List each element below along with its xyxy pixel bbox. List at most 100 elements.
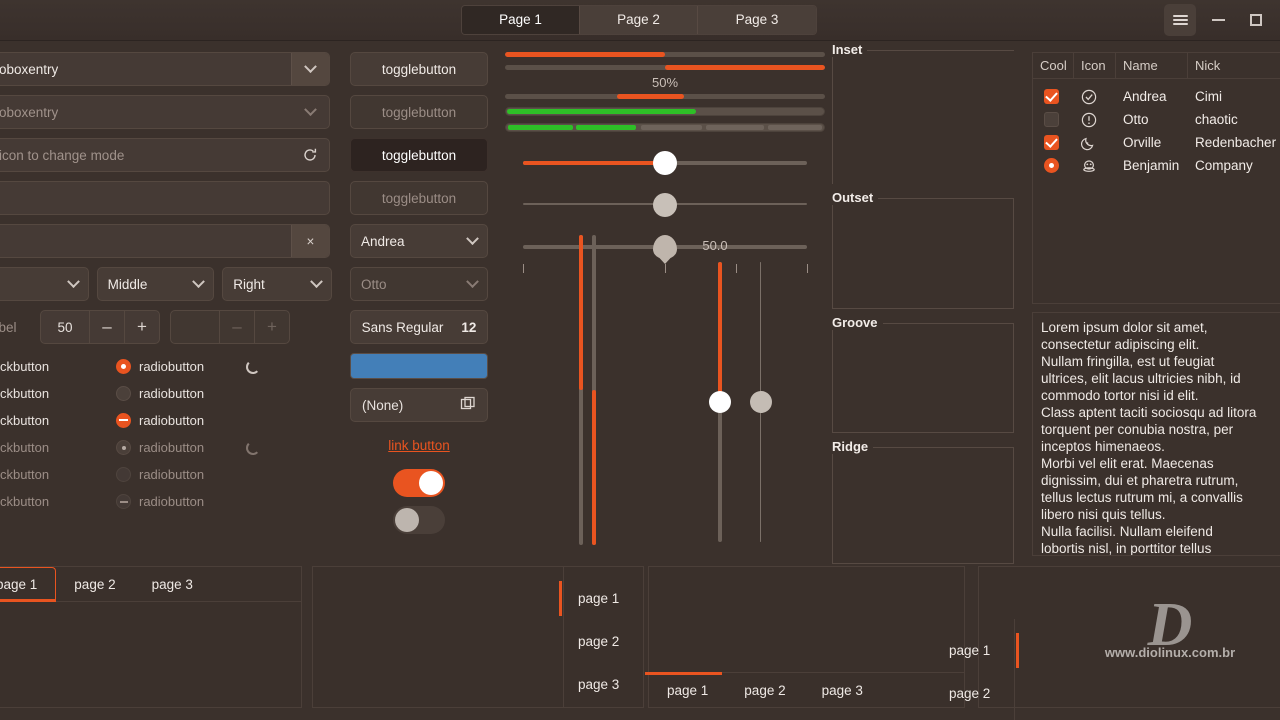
color-button[interactable] <box>350 353 488 379</box>
combo-box-entry-2: comboboxentry <box>0 95 330 129</box>
frame-outset: Outset <box>832 190 1014 309</box>
table-row[interactable]: Benjamin Company <box>1033 154 1280 177</box>
stack-switcher[interactable]: Page 1 Page 2 Page 3 <box>461 5 817 35</box>
header-bar: Page 1 Page 2 Page 3 <box>0 0 1280 41</box>
notebook-2-tab-page-2[interactable]: page 2 <box>564 620 643 663</box>
combo-middle[interactable]: Middle <box>96 267 215 301</box>
checkbutton-3[interactable]: checkbutton <box>0 413 116 428</box>
column-header-cool[interactable]: Cool <box>1033 53 1074 78</box>
spin-value[interactable]: 50 <box>41 311 89 343</box>
check-radio-row-disabled: checkbutton radiobutton <box>0 434 332 461</box>
vscale-3-handle[interactable] <box>709 391 731 413</box>
stack-tab-page-1[interactable]: Page 1 <box>462 6 580 34</box>
toggle-button-column: togglebutton togglebutton togglebutton t… <box>350 52 488 543</box>
warning-circle-icon <box>1074 112 1116 128</box>
vscale-2[interactable] <box>592 235 596 545</box>
column-header-icon[interactable]: Icon <box>1074 53 1116 78</box>
spin-plus-button[interactable]: + <box>124 311 159 343</box>
spin-minus-button[interactable]: – <box>89 311 124 343</box>
window-controls <box>1164 4 1272 36</box>
file-chooser-button[interactable]: (None) <box>350 388 488 422</box>
notebook-3-tab-page-3[interactable]: page 3 <box>804 673 881 707</box>
refresh-icon[interactable] <box>291 139 329 171</box>
cell-nick: Company <box>1195 158 1253 173</box>
switch-off[interactable] <box>393 506 445 534</box>
checkbutton-2[interactable]: checkbutton <box>0 386 116 401</box>
notebook-4-page <box>979 567 1280 707</box>
textview[interactable]: Lorem ipsum dolor sit amet, consectetur … <box>1032 312 1280 556</box>
alignment-combo-row: Left Middle Right <box>0 267 332 301</box>
hamburger-menu-icon[interactable] <box>1164 4 1196 36</box>
radiobutton-3[interactable]: radiobutton <box>116 413 246 428</box>
entry-3[interactable]: entry <box>0 181 330 215</box>
chevron-down-icon[interactable] <box>291 53 329 85</box>
maximize-icon[interactable] <box>1240 4 1272 36</box>
spin-plus-button-disabled: + <box>254 311 289 343</box>
levelbar-segment <box>768 125 823 130</box>
row-radio-icon[interactable] <box>1044 158 1059 173</box>
notebook-2-tabbar: page 1 page 2 page 3 <box>559 567 643 707</box>
checkbutton-1[interactable]: checkbutton <box>0 359 116 374</box>
radio-icon <box>116 386 131 401</box>
togglebutton-2: togglebutton <box>350 95 488 129</box>
column-header-nick[interactable]: Nick <box>1188 53 1280 78</box>
progress-label: 50% <box>651 75 679 90</box>
cell-name: Orville <box>1123 135 1162 150</box>
link-button[interactable]: link button <box>350 438 488 453</box>
togglebutton-3[interactable]: togglebutton <box>350 138 488 172</box>
monkey-face-icon <box>1074 158 1116 174</box>
notebook-tabs-right: page 1 page 2 page 3 <box>312 566 644 708</box>
notebook-2-tab-page-1[interactable]: page 1 <box>559 577 643 620</box>
vscale-1[interactable] <box>579 235 583 545</box>
stack-tab-page-3[interactable]: Page 3 <box>698 6 816 34</box>
notebook-2-page <box>313 567 563 707</box>
radiobutton-2[interactable]: radiobutton <box>116 386 246 401</box>
switch-on[interactable] <box>393 469 445 497</box>
togglebutton-1[interactable]: togglebutton <box>350 52 488 86</box>
cell-name: Andrea <box>1123 89 1167 104</box>
checkbutton-5: checkbutton <box>0 467 50 482</box>
table-row[interactable]: Otto chaotic <box>1033 108 1280 131</box>
treeview[interactable]: Cool Icon Name Nick Andrea Cimi Otto cha… <box>1032 52 1280 304</box>
font-button[interactable]: Sans Regular 12 <box>350 310 488 344</box>
progressbar-2 <box>505 65 825 70</box>
notebook-1-tab-page-3[interactable]: page 3 <box>134 567 211 601</box>
column-header-name[interactable]: Name <box>1116 53 1188 78</box>
stack-tab-page-2[interactable]: Page 2 <box>580 6 698 34</box>
checkbutton-6: checkbutton <box>0 494 50 509</box>
combo-left[interactable]: Left <box>0 267 89 301</box>
notebook-1-tab-page-1[interactable]: page 1 <box>0 567 57 602</box>
notebook-3-tab-page-1[interactable]: page 1 <box>644 672 726 707</box>
scale-1[interactable] <box>505 146 825 180</box>
icon-mode-entry[interactable]: Click icon to change mode <box>0 138 330 172</box>
notebook-2-tab-page-3[interactable]: page 3 <box>564 663 643 706</box>
notebook-1-tab-page-2[interactable]: page 2 <box>56 567 133 601</box>
radio-icon <box>116 413 131 428</box>
clear-icon[interactable]: × <box>291 225 329 257</box>
table-row[interactable]: Andrea Cimi <box>1033 85 1280 108</box>
table-row[interactable]: Orville Redenbacher <box>1033 131 1280 154</box>
cell-nick: Cimi <box>1195 89 1222 104</box>
vscale-4-handle <box>750 391 772 413</box>
combo-otto: Otto <box>350 267 488 301</box>
row-checkbox-icon[interactable] <box>1044 89 1059 104</box>
chevron-down-icon <box>291 96 329 128</box>
notebook-3-page <box>649 567 964 672</box>
frame-groove: Groove <box>832 315 1014 433</box>
combo-andrea[interactable]: Andrea <box>350 224 488 258</box>
minimize-icon[interactable] <box>1202 4 1234 36</box>
cell-nick: chaotic <box>1195 112 1238 127</box>
spin-button[interactable]: 50 – + <box>40 310 160 344</box>
entry-4[interactable]: entry × <box>0 224 330 258</box>
levelbar-discrete <box>505 123 825 132</box>
levelbar-segment <box>575 125 637 130</box>
radiobutton-1[interactable]: radiobutton <box>116 359 246 374</box>
combo-right[interactable]: Right <box>222 267 332 301</box>
combo-box-entry-1[interactable]: comboboxentry <box>0 52 330 86</box>
notebook-3-tab-page-2[interactable]: page 2 <box>726 673 803 707</box>
spin-button-row: label label 50 – + – + <box>0 310 332 344</box>
row-checkbox-icon[interactable] <box>1044 135 1059 150</box>
cell-nick: Redenbacher <box>1195 135 1277 150</box>
notebook-4-tab-page-3[interactable]: page 3 <box>935 715 1014 720</box>
row-checkbox-icon[interactable] <box>1044 112 1059 127</box>
